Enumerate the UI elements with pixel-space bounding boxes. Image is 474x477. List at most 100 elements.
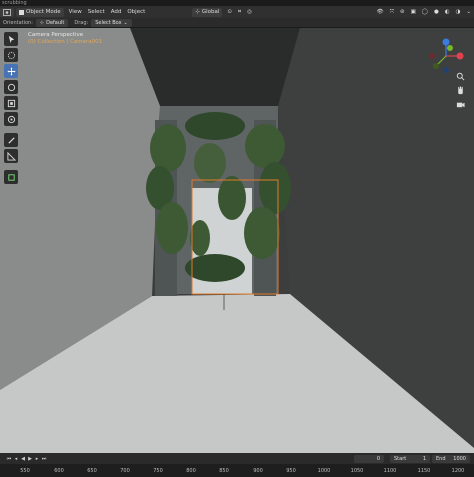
end-value: 1000	[453, 456, 466, 462]
move-tool-button[interactable]	[4, 64, 18, 78]
select-circle-icon	[7, 51, 15, 59]
ruler-tick: 1050	[350, 468, 364, 474]
left-toolbar	[4, 32, 18, 184]
end-label: End	[436, 456, 446, 462]
menu-add[interactable]: Add	[108, 8, 125, 17]
transform-tool-button[interactable]	[4, 112, 18, 126]
viewport-icon	[3, 8, 11, 16]
ruler-tick: 1100	[383, 468, 397, 474]
camera-icon	[456, 102, 465, 107]
zoom-button[interactable]	[454, 70, 466, 82]
shading-options-icon[interactable]: ⌄	[463, 8, 474, 17]
chevron-down-icon: ⌄	[123, 19, 128, 26]
visibility-icon[interactable]: 👁	[374, 8, 387, 17]
pivot-icon[interactable]: ⊙	[224, 8, 235, 17]
play-icon[interactable]: ▶	[27, 456, 33, 462]
timeline: ⏮ ◂ ◀ ▶ ▸ ⏭ 0 Start 1 End 1000 550 600 6…	[0, 453, 474, 477]
measure-tool-button[interactable]	[4, 149, 18, 163]
mode-label: Object Mode	[26, 9, 61, 15]
ruler-tick: 1000	[317, 468, 331, 474]
drag-dropdown[interactable]: Select Box ⌄	[91, 18, 132, 27]
playback-controls: ⏮ ◂ ◀ ▶ ▸ ⏭ 0 Start 1 End 1000	[0, 453, 474, 464]
mode-dropdown[interactable]: Object Mode	[16, 7, 64, 17]
menu-object[interactable]: Object	[124, 8, 148, 17]
menu-view[interactable]: View	[66, 8, 85, 17]
ruler-tick: 800	[186, 468, 196, 474]
gizmo-neg-z-handle[interactable]	[443, 67, 449, 73]
ruler-tick: 1150	[417, 468, 431, 474]
camera-name: Camera Perspective	[28, 32, 84, 38]
xray-toggle-icon[interactable]: ▣	[408, 8, 419, 17]
pencil-icon	[7, 136, 15, 144]
snap-icon[interactable]: ⌗	[235, 8, 244, 17]
transform-orientation-label: Global	[201, 9, 220, 15]
viewport-header: Object Mode View Select Add Object ⊹ Glo…	[0, 6, 474, 18]
orientation-icon: ⊹	[195, 9, 200, 15]
collection-path: (0) Collection | Camera001	[28, 39, 103, 45]
annotate-tool-button[interactable]	[4, 133, 18, 147]
current-frame-value: 0	[376, 456, 380, 462]
gizmo-z-handle[interactable]	[442, 38, 450, 46]
gizmo-y-handle[interactable]	[447, 45, 453, 51]
end-frame-field[interactable]: End 1000	[432, 455, 470, 463]
editor-type-button[interactable]	[0, 7, 14, 17]
rotate-icon	[7, 83, 15, 91]
ruler-tick: 700	[120, 468, 130, 474]
move-arrows-icon	[6, 66, 16, 76]
current-frame-field[interactable]: 0	[354, 455, 384, 463]
zoom-icon	[456, 72, 464, 80]
transform-orientation-dropdown[interactable]: ⊹ Global	[192, 7, 223, 17]
gizmo-x-handle[interactable]	[456, 52, 464, 60]
next-keyframe-icon[interactable]: ▸	[34, 456, 40, 462]
cursor-tool-button[interactable]	[4, 32, 18, 46]
orientation-label: Orientation:	[3, 19, 33, 26]
ruler-tick: 650	[87, 468, 97, 474]
gizmo-toggle-icon[interactable]: ⤧	[387, 8, 397, 17]
orientation-dropdown[interactable]: ⊹ Default	[35, 18, 69, 27]
ruler-tick: 550	[20, 468, 30, 474]
scene-render	[0, 28, 474, 453]
start-label: Start	[394, 456, 407, 462]
ruler-tick: 1200	[451, 468, 465, 474]
orientation-value: Default	[46, 19, 65, 26]
jump-end-icon[interactable]: ⏭	[41, 456, 47, 462]
gizmo-neg-x-handle[interactable]	[429, 53, 435, 59]
proportional-edit-icon[interactable]: ◎	[244, 8, 255, 17]
drag-value: Select Box	[95, 19, 122, 26]
shading-solid-icon[interactable]: ●	[431, 8, 442, 17]
pan-button[interactable]	[454, 84, 466, 96]
ruler-tick: 850	[219, 468, 229, 474]
scale-icon	[7, 99, 15, 107]
frame-ruler[interactable]: 550 600 650 700 750 800 850 900 950 1000…	[0, 464, 474, 477]
select-tool-button[interactable]	[4, 48, 18, 62]
add-cube-tool-button[interactable]	[4, 170, 18, 184]
ruler-tick: 900	[253, 468, 263, 474]
prev-keyframe-icon[interactable]: ◂	[13, 456, 19, 462]
overlay-toggle-icon[interactable]: ⊚	[397, 8, 408, 17]
3d-viewport[interactable]: Camera Perspective (0) Collection | Came…	[0, 28, 474, 453]
tool-settings-bar: Orientation: ⊹ Default Drag: Select Box …	[0, 18, 474, 28]
scale-tool-button[interactable]	[4, 96, 18, 110]
ruler-tick: 950	[286, 468, 296, 474]
start-value: 1	[422, 456, 426, 462]
shading-wireframe-icon[interactable]: ◯	[419, 8, 431, 17]
object-mode-icon	[19, 9, 24, 15]
transform-icon	[7, 115, 15, 123]
orientation-field-icon: ⊹	[39, 19, 45, 26]
rotate-tool-button[interactable]	[4, 80, 18, 94]
hand-icon	[457, 85, 463, 94]
play-reverse-icon[interactable]: ◀	[20, 456, 26, 462]
gizmo-neg-y-handle[interactable]	[433, 63, 439, 69]
ruler-tick: 750	[153, 468, 163, 474]
cube-icon	[7, 173, 15, 181]
ruler-icon	[6, 151, 16, 161]
ruler-tick: 600	[54, 468, 64, 474]
camera-view-button[interactable]	[454, 98, 466, 110]
shading-material-icon[interactable]: ◐	[442, 8, 453, 17]
shading-rendered-icon[interactable]: ◑	[453, 8, 464, 17]
start-frame-field[interactable]: Start 1	[390, 455, 430, 463]
cursor-arrow-icon	[8, 35, 14, 43]
drag-label: Drag:	[74, 19, 89, 26]
jump-start-icon[interactable]: ⏮	[6, 456, 12, 462]
menu-select[interactable]: Select	[85, 8, 108, 17]
